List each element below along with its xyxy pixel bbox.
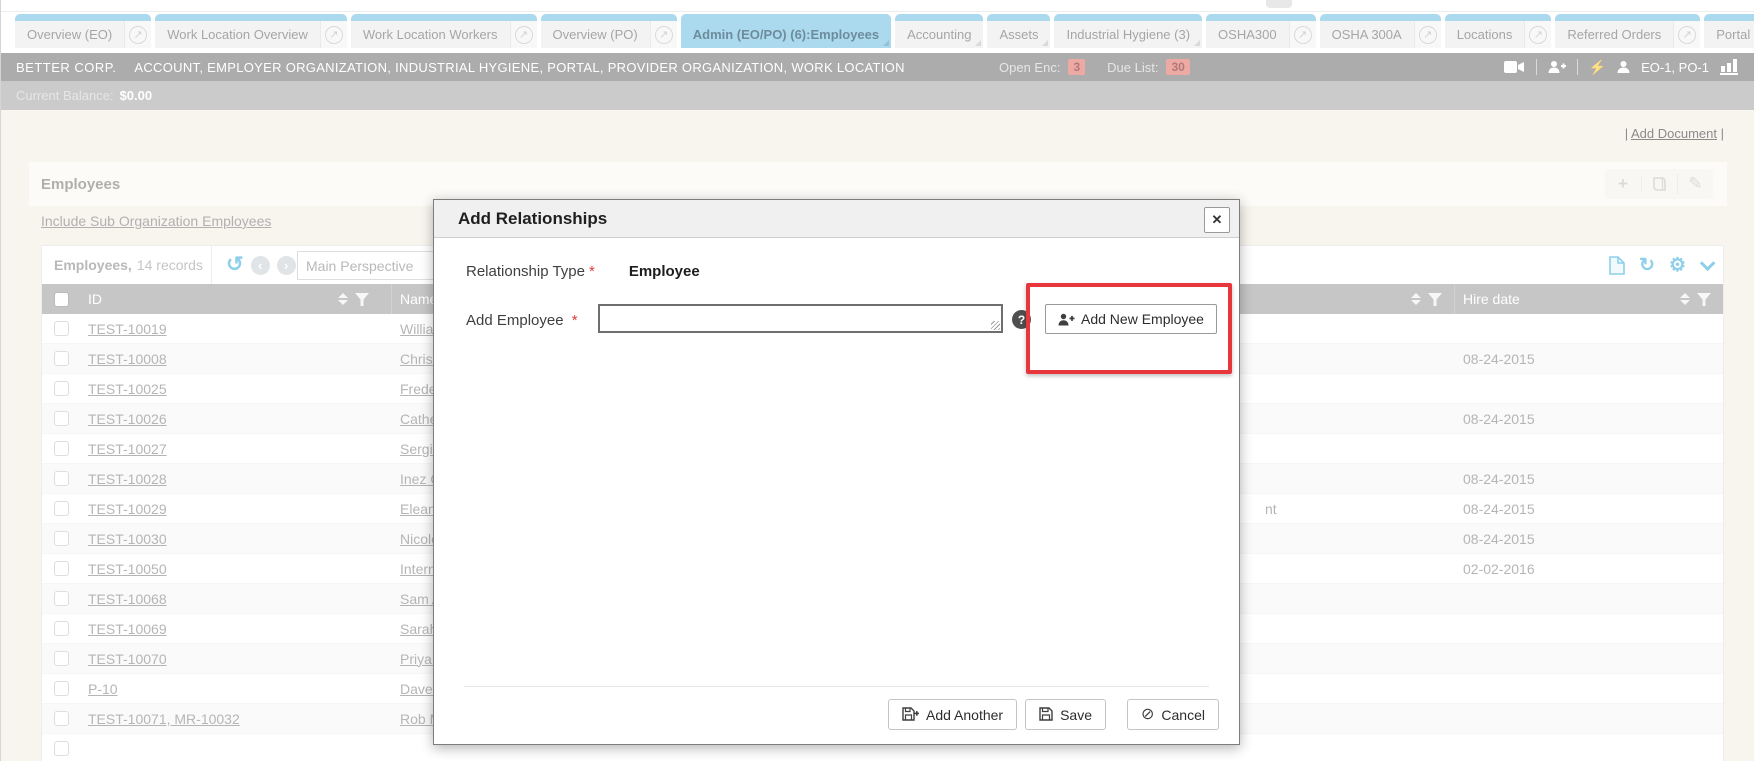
close-icon[interactable]: ✕ bbox=[1204, 207, 1230, 233]
required-asterisk: * bbox=[589, 263, 595, 280]
add-relationships-modal: Add Relationships ✕ Relationship Type * … bbox=[433, 199, 1240, 745]
save-button[interactable]: Save bbox=[1025, 699, 1106, 730]
relationship-type-value: Employee bbox=[629, 263, 700, 280]
cancel-button[interactable]: ⊘ Cancel bbox=[1127, 699, 1219, 730]
save-label: Save bbox=[1060, 707, 1092, 723]
cancel-label: Cancel bbox=[1161, 707, 1205, 723]
add-another-label: Add Another bbox=[926, 707, 1003, 723]
add-new-employee-label: Add New Employee bbox=[1081, 311, 1204, 327]
modal-header[interactable]: Add Relationships ✕ bbox=[434, 200, 1239, 238]
help-icon[interactable]: ? bbox=[1012, 310, 1031, 329]
modal-footer: Add Another Save ⊘ Cancel bbox=[434, 699, 1239, 730]
add-employee-label: Add Employee bbox=[466, 312, 564, 329]
save-icon bbox=[1039, 707, 1053, 722]
cancel-slash-icon: ⊘ bbox=[1141, 707, 1154, 723]
required-asterisk: * bbox=[572, 312, 578, 329]
save-plus-icon bbox=[902, 707, 919, 722]
add-employee-label-wrap: Add Employee * bbox=[466, 312, 578, 329]
add-new-employee-button[interactable]: Add New Employee bbox=[1045, 304, 1217, 334]
add-person-icon bbox=[1058, 313, 1075, 326]
add-another-button[interactable]: Add Another bbox=[888, 699, 1017, 730]
relationship-type-row: Relationship Type * Employee bbox=[466, 263, 700, 280]
modal-title: Add Relationships bbox=[458, 209, 607, 229]
footer-divider bbox=[464, 686, 1209, 687]
add-employee-input[interactable] bbox=[598, 304, 1003, 333]
app-screen: Overview (EO)↗Work Location Overview↗Wor… bbox=[0, 0, 1754, 761]
relationship-type-label: Relationship Type bbox=[466, 263, 585, 280]
